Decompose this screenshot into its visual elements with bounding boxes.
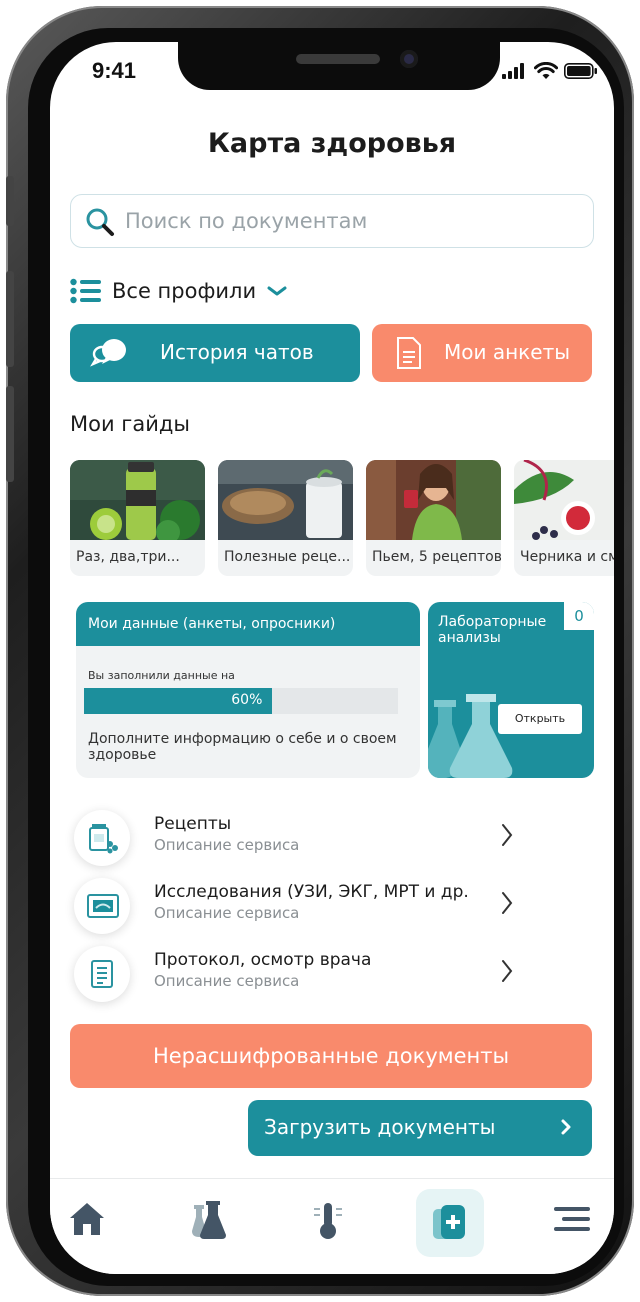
service-item-protocol[interactable]: Протокол, осмотр врача Описание сервиса <box>74 946 594 1006</box>
wifi-icon <box>534 62 558 79</box>
guide-label: Пьем, 5 рецептов <box>372 549 501 565</box>
progress-bar: 60% <box>84 688 398 714</box>
upload-documents-button[interactable]: Загрузить документы <box>248 1100 592 1156</box>
profiles-label: Все профили <box>112 279 257 303</box>
guide-image-woman-drinking <box>366 460 501 540</box>
progress-text: 60% <box>231 692 263 708</box>
guide-card[interactable]: Раз, два,три... <box>70 460 205 576</box>
upload-documents-label: Загрузить документы <box>264 1115 496 1139</box>
chevron-right-icon <box>561 1119 571 1135</box>
lab-flask-icon[interactable] <box>190 1201 226 1239</box>
service-icon-wrap <box>74 946 130 1002</box>
guide-label: Полезные реце... <box>224 549 351 565</box>
guide-label: Черника и см <box>520 549 614 565</box>
service-title: Рецепты <box>154 814 232 834</box>
service-item-prescriptions[interactable]: Рецепты Описание сервиса <box>74 810 594 870</box>
service-title: Исследования (УЗИ, ЭКГ, МРТ и др. <box>154 882 469 902</box>
volume-down-button <box>6 386 14 482</box>
notch <box>178 42 500 90</box>
chevron-right-icon <box>502 824 513 846</box>
signal-icon <box>502 63 524 79</box>
lab-tests-card[interactable]: Лабораторные анализы 0 Открыть <box>428 602 594 778</box>
profiles-dropdown[interactable]: Все профили <box>70 278 288 304</box>
thermometer-icon[interactable] <box>312 1201 344 1241</box>
chevron-right-icon <box>502 892 513 914</box>
speaker <box>296 54 380 64</box>
my-forms-label: Мои анкеты <box>444 340 571 364</box>
chat-history-button[interactable]: История чатов <box>70 324 360 382</box>
service-title: Протокол, осмотр врача <box>154 950 372 970</box>
service-description: Описание сервиса <box>154 836 300 854</box>
front-camera <box>400 50 418 68</box>
chevron-right-icon <box>502 960 513 982</box>
home-icon[interactable] <box>68 1201 106 1237</box>
lab-tests-title: Лабораторные анализы <box>438 614 547 646</box>
my-data-title: Мои данные (анкеты, опросники) <box>88 616 336 632</box>
service-description: Описание сервиса <box>154 972 300 990</box>
menu-icon[interactable] <box>552 1201 592 1237</box>
guide-card[interactable]: Пьем, 5 рецептов <box>366 460 501 576</box>
tab-bar <box>50 1178 614 1274</box>
mute-switch <box>6 176 14 226</box>
health-card-icon[interactable] <box>431 1203 469 1243</box>
research-icon <box>87 894 119 918</box>
search-placeholder: Поиск по документам <box>125 209 368 233</box>
guide-card[interactable]: Черника и см <box>514 460 614 576</box>
chat-bubbles-icon <box>90 339 126 367</box>
service-icon-wrap <box>74 810 130 866</box>
volume-up-button <box>6 271 14 367</box>
page-title: Карта здоровья <box>207 128 457 159</box>
service-icon-wrap <box>74 878 130 934</box>
list-icon <box>70 278 101 304</box>
app-screen: 9:41 Карта здоровья Поиск по документам … <box>50 42 614 1274</box>
guide-image-green-juice <box>70 460 205 540</box>
my-data-hint: Дополните информацию о себе и о своем зд… <box>88 731 397 763</box>
document-icon <box>397 337 421 369</box>
my-forms-button[interactable]: Мои анкеты <box>372 324 592 382</box>
undeciphered-documents-label: Нерасшифрованные документы <box>152 1044 510 1068</box>
guides-title: Мои гайды <box>70 412 190 436</box>
status-time: 9:41 <box>92 58 137 83</box>
service-description: Описание сервиса <box>154 904 300 922</box>
filled-label: Вы заполнили данные на <box>88 669 235 682</box>
chevron-down-icon <box>267 286 287 296</box>
undeciphered-documents-button[interactable]: Нерасшифрованные документы <box>70 1024 592 1088</box>
protocol-icon <box>91 960 113 988</box>
guide-image-granola-milk <box>218 460 353 540</box>
my-data-header: Мои данные (анкеты, опросники) <box>76 602 420 646</box>
lab-tests-count: 0 <box>564 602 594 630</box>
prescription-icon <box>89 824 118 854</box>
search-icon <box>86 208 114 236</box>
guide-label: Раз, два,три... <box>76 549 180 565</box>
guide-card[interactable]: Полезные реце... <box>218 460 353 576</box>
guide-image-berries <box>514 460 614 540</box>
my-data-card[interactable]: Мои данные (анкеты, опросники) Вы заполн… <box>76 602 420 778</box>
search-field[interactable]: Поиск по документам <box>70 194 594 248</box>
progress-fill: 60% <box>84 688 273 714</box>
service-item-research[interactable]: Исследования (УЗИ, ЭКГ, МРТ и др. Описан… <box>74 878 594 938</box>
status-icons <box>502 62 598 80</box>
lab-open-button[interactable]: Открыть <box>498 704 582 734</box>
battery-icon <box>564 63 597 79</box>
chat-history-label: История чатов <box>160 340 314 364</box>
